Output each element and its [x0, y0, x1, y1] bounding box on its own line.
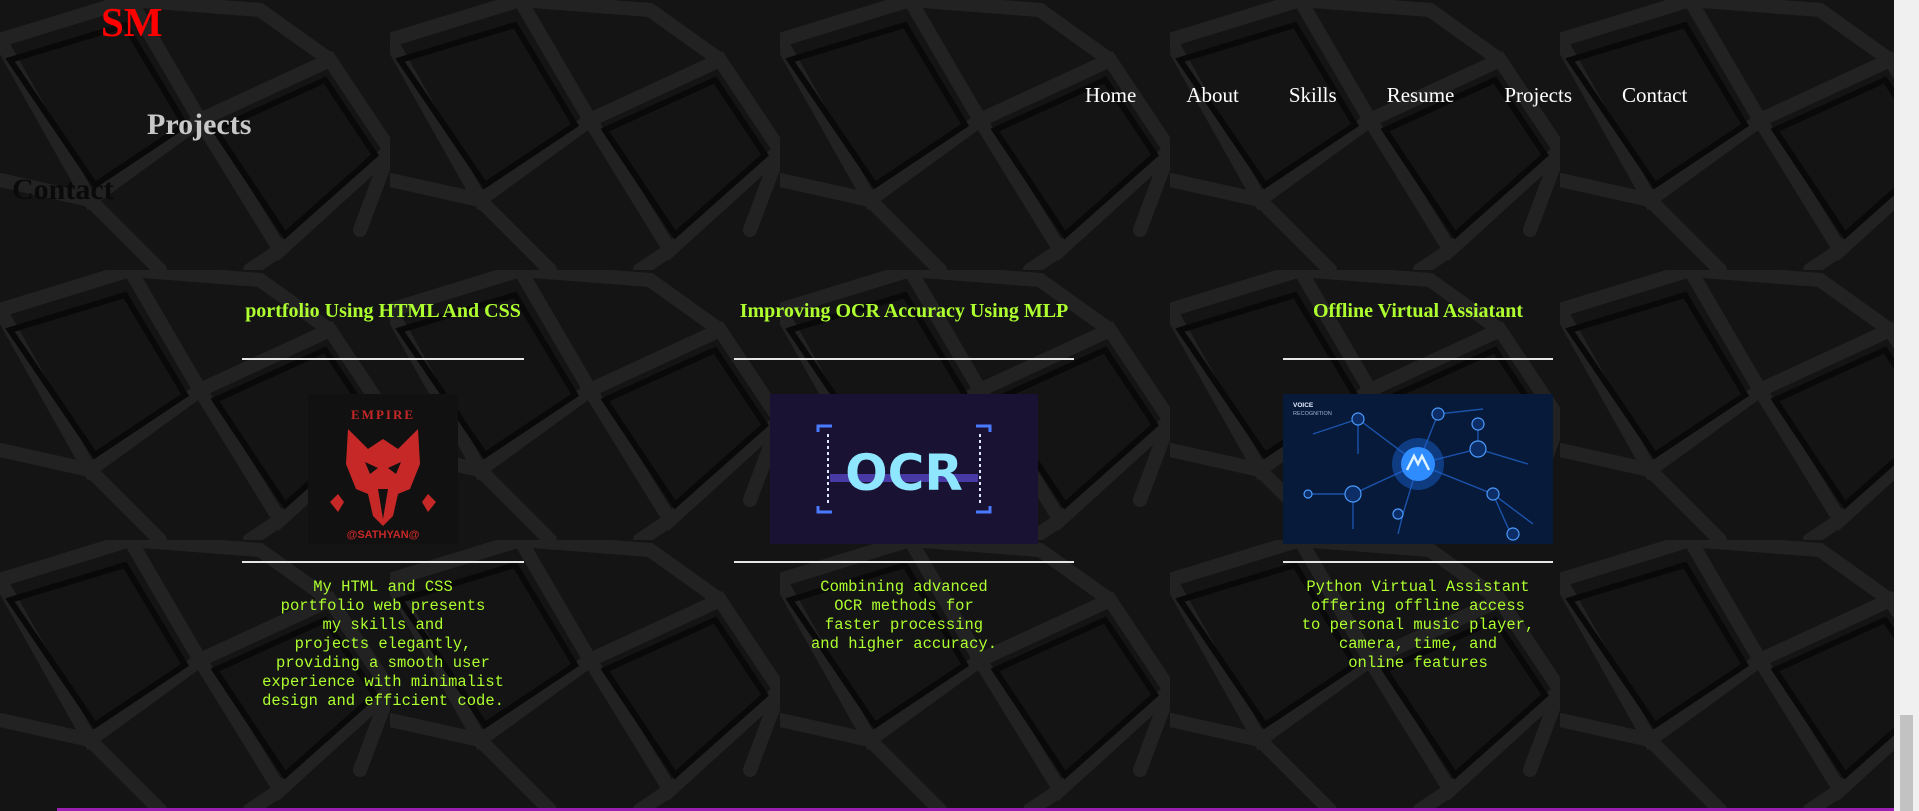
main-nav: Home About Skills Resume Projects Contac…: [1085, 83, 1687, 108]
project-description: Combining advanced OCR methods for faste…: [810, 578, 998, 653]
project-title: Offline Virtual Assiatant: [1312, 300, 1523, 322]
empire-wolf-logo: EMPIRE @SATHYAN@: [308, 394, 458, 544]
section-heading-contact: Contact: [12, 173, 114, 206]
nav-link-home[interactable]: Home: [1085, 83, 1136, 108]
nav-link-contact[interactable]: Contact: [1622, 83, 1687, 108]
project-title: portfolio Using HTML And CSS: [245, 300, 521, 322]
project-title: Improving OCR Accuracy Using MLP: [739, 300, 1069, 322]
scrollbar-thumb[interactable]: [1900, 715, 1913, 811]
thumbnail-bottom-text: @SATHYAN@: [347, 529, 420, 541]
divider: [1283, 358, 1553, 360]
nav-link-skills[interactable]: Skills: [1289, 83, 1337, 108]
divider: [242, 358, 524, 360]
section-heading-projects: Projects: [147, 108, 252, 141]
project-description: My HTML and CSS portfolio web presents m…: [262, 578, 504, 710]
ocr-scan-icon: OCR: [770, 394, 1038, 544]
divider: [1283, 561, 1553, 563]
voice-recognition-network: VOICE RECOGNITION: [1283, 394, 1553, 544]
thumbnail-text: OCR: [845, 444, 963, 502]
thumbnail-label: VOICE: [1293, 402, 1314, 409]
nav-link-projects[interactable]: Projects: [1504, 83, 1572, 108]
nav-link-resume[interactable]: Resume: [1387, 83, 1455, 108]
divider: [734, 561, 1074, 563]
project-description: Python Virtual Assistant offering offlin…: [1301, 578, 1535, 672]
divider: [734, 358, 1074, 360]
nav-link-about[interactable]: About: [1186, 83, 1239, 108]
thumbnail-top-text: EMPIRE: [351, 407, 415, 422]
vertical-scrollbar[interactable]: [1894, 0, 1919, 811]
divider: [242, 561, 524, 563]
thumbnail-label-sub: RECOGNITION: [1293, 411, 1332, 417]
site-logo[interactable]: SM: [101, 0, 163, 46]
